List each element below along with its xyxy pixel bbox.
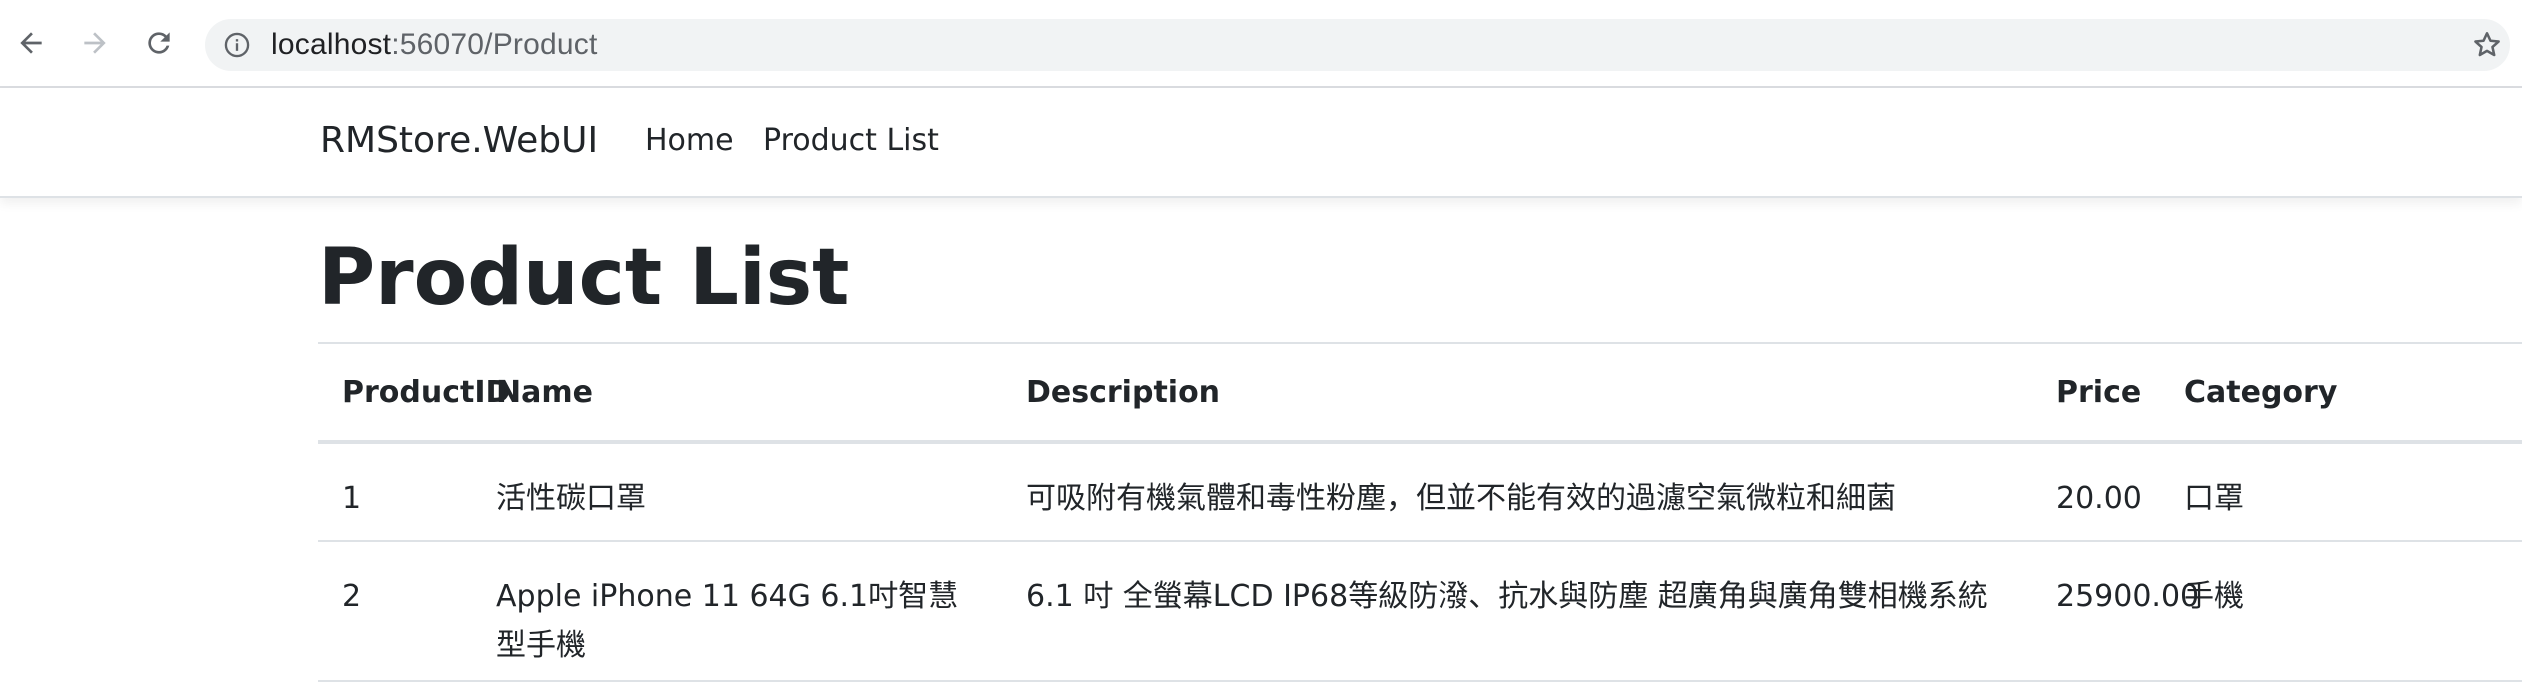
- column-header-description: Description: [1002, 344, 2032, 444]
- column-header-price: Price: [2032, 344, 2160, 444]
- info-icon[interactable]: [223, 31, 251, 59]
- reload-icon: [148, 32, 170, 54]
- url-host: localhost: [271, 28, 392, 61]
- star-icon: [2474, 32, 2500, 57]
- cell-name: 活性碳口罩: [472, 442, 1002, 542]
- column-header-category: Category: [2160, 344, 2522, 444]
- url-path: :56070/Product: [391, 28, 598, 61]
- table-header-row: ProductID Name Description Price Categor…: [318, 344, 2522, 444]
- cell-productid: 1: [318, 442, 472, 542]
- table-row: 1 活性碳口罩 可吸附有機氣體和毒性粉塵，但並不能有效的過濾空氣微粒和細菌 20…: [318, 442, 2522, 542]
- cell-category: 手機: [2160, 541, 2522, 682]
- cell-description: 可吸附有機氣體和毒性粉塵，但並不能有效的過濾空氣微粒和細菌: [1002, 442, 2032, 542]
- back-button[interactable]: [10, 22, 52, 64]
- cell-description: 6.1 吋 全螢幕LCD IP68等級防潑、抗水與防塵 超廣角與廣角雙相機系統: [1002, 541, 2032, 682]
- cell-name: Apple iPhone 11 64G 6.1吋智慧型手機: [472, 541, 1002, 682]
- table-row: 2 Apple iPhone 11 64G 6.1吋智慧型手機 6.1 吋 全螢…: [318, 541, 2522, 682]
- arrow-left-icon: [20, 32, 42, 54]
- forward-button[interactable]: [74, 22, 116, 64]
- bookmark-button[interactable]: [2468, 26, 2506, 64]
- browser-toolbar: localhost:56070/Product: [0, 0, 2522, 88]
- cell-price: 20.00: [2032, 442, 2160, 542]
- page-title: Product List: [318, 233, 850, 323]
- arrow-right-icon: [84, 32, 106, 54]
- nav-link-product-list[interactable]: Product List: [763, 121, 939, 161]
- address-bar[interactable]: localhost:56070/Product: [205, 19, 2510, 71]
- cell-productid: 2: [318, 541, 472, 682]
- product-table: ProductID Name Description Price Categor…: [318, 344, 2522, 682]
- address-url[interactable]: localhost:56070/Product: [271, 19, 598, 71]
- cell-category: 口罩: [2160, 442, 2522, 542]
- reload-button[interactable]: [138, 22, 180, 64]
- nav-link-home[interactable]: Home: [645, 121, 734, 161]
- column-header-name: Name: [472, 344, 1002, 444]
- cell-price: 25900.00: [2032, 541, 2199, 682]
- brand-link[interactable]: RMStore.WebUI: [320, 118, 598, 164]
- column-header-productid: ProductID: [318, 344, 510, 444]
- site-navbar: RMStore.WebUI Home Product List: [0, 88, 2522, 198]
